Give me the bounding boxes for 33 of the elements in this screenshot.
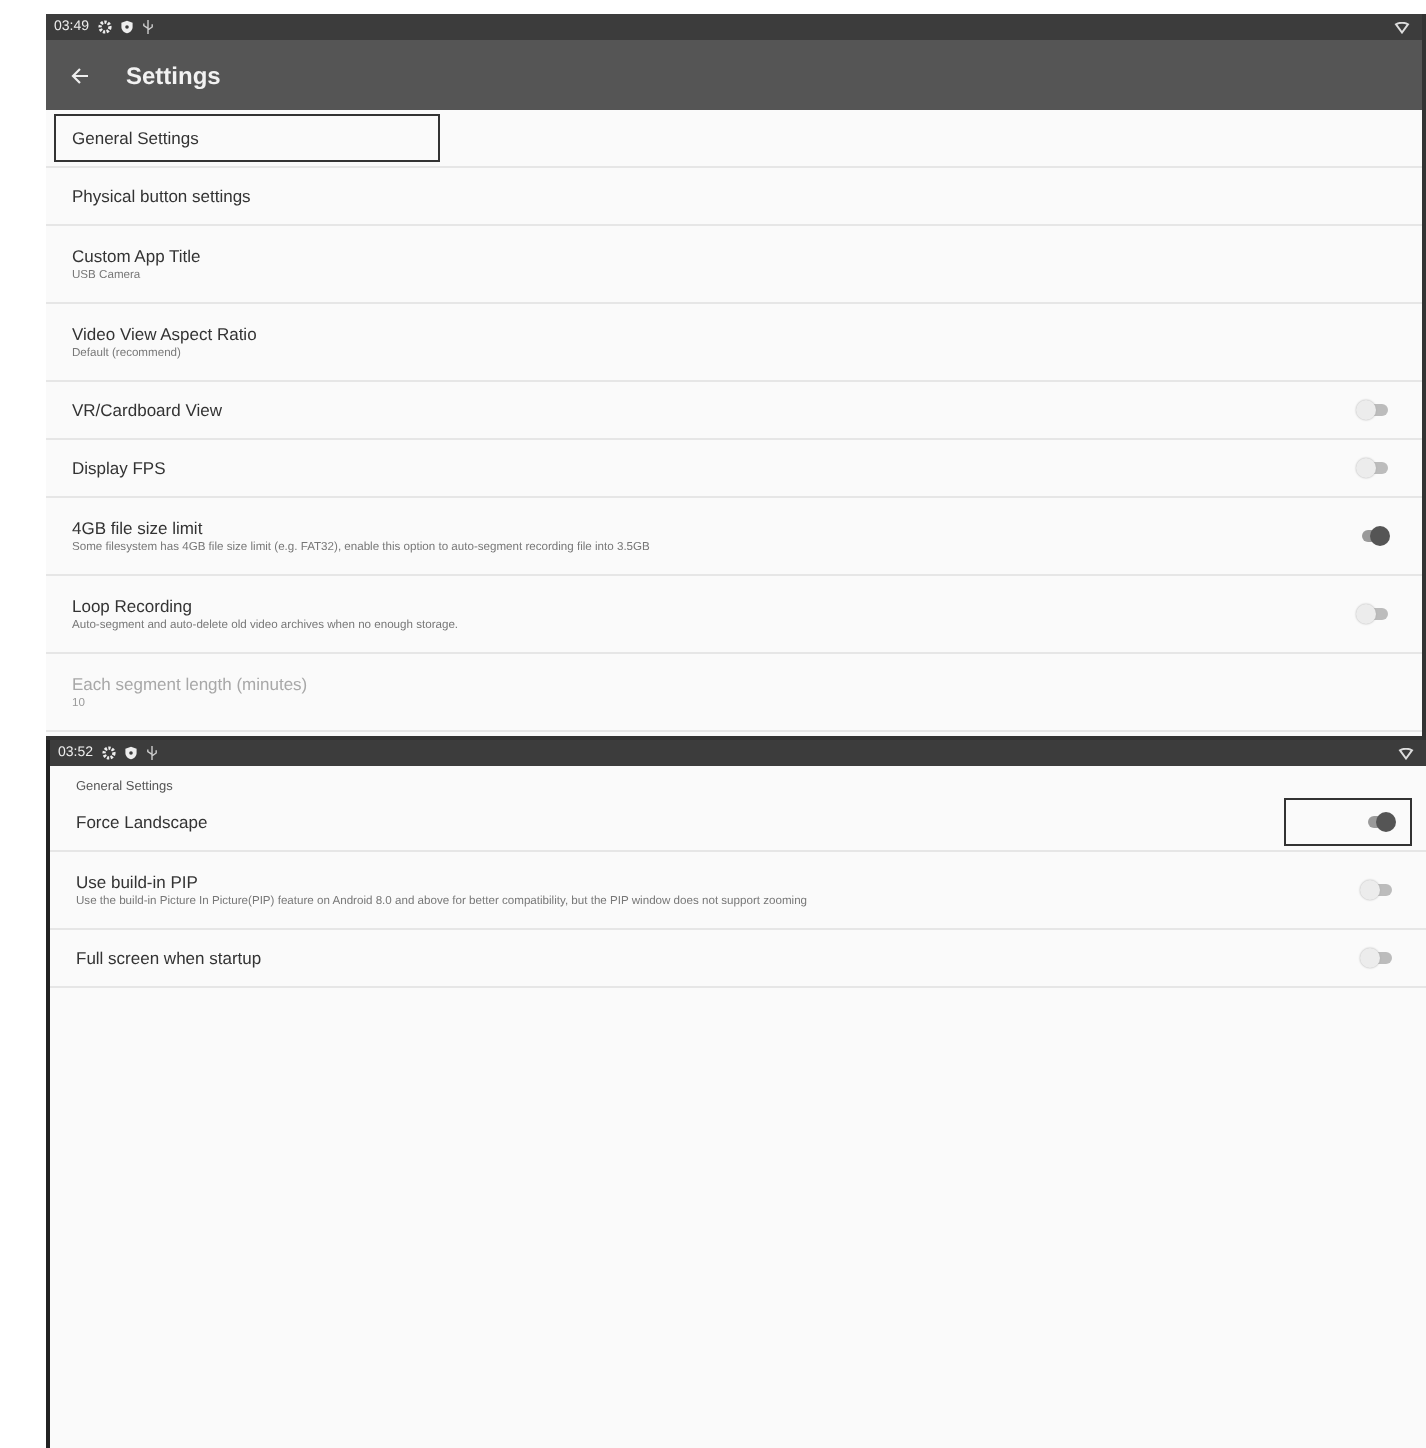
usb-icon — [145, 746, 158, 760]
wifi-icon — [1398, 747, 1414, 759]
setting-title: Display FPS — [72, 458, 166, 478]
settings-row[interactable]: Display FPS — [46, 440, 1422, 498]
toggle-switch[interactable] — [1356, 400, 1390, 420]
setting-title: Force Landscape — [76, 812, 208, 832]
settings-row[interactable]: Physical button settings — [46, 168, 1422, 226]
settings-row[interactable]: Force Landscape — [50, 794, 1426, 852]
toggle-switch[interactable] — [1360, 948, 1394, 968]
setting-title: Loop Recording — [72, 596, 193, 616]
setting-title: Use build-in PIP — [76, 872, 198, 892]
gear-icon — [97, 20, 112, 34]
wifi-icon — [1394, 21, 1410, 33]
gear-icon — [101, 746, 116, 760]
setting-title: General Settings — [56, 116, 439, 160]
setting-title: VR/Cardboard View — [72, 400, 222, 420]
back-arrow-icon[interactable] — [70, 65, 90, 85]
setting-title: Video View Aspect Ratio — [72, 324, 257, 344]
toggle-switch[interactable] — [1356, 604, 1390, 624]
shield-icon — [119, 20, 134, 34]
setting-title: 4GB file size limit — [72, 518, 203, 538]
usb-icon — [141, 20, 154, 34]
toolbar-title: Settings — [126, 61, 221, 89]
setting-title: Custom App Title — [72, 246, 201, 266]
settings-row[interactable]: Full screen when startup — [50, 930, 1426, 988]
shield-icon — [123, 746, 138, 760]
settings-row[interactable]: VR/Cardboard View — [46, 382, 1422, 440]
setting-title: Physical button settings — [72, 186, 251, 206]
toggle-switch[interactable] — [1360, 880, 1394, 900]
toggle-switch[interactable] — [1356, 458, 1390, 478]
setting-title: Each segment length (minutes) — [72, 674, 308, 694]
settings-row[interactable]: General Settings — [46, 110, 1422, 168]
setting-title: Full screen when startup — [76, 948, 262, 968]
